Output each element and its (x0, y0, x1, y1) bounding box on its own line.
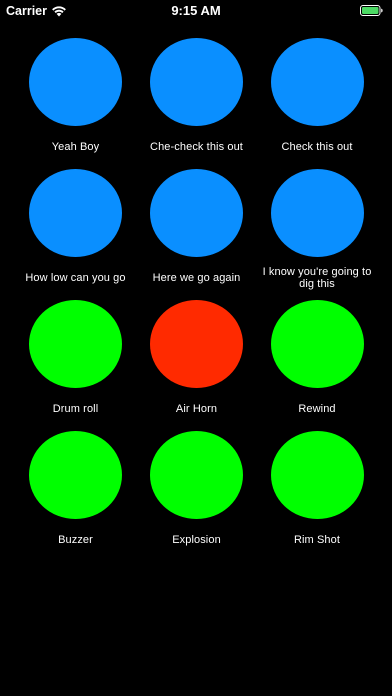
sound-button[interactable] (29, 169, 122, 258)
sound-label: Che-check this out (150, 140, 243, 153)
sound-button[interactable] (270, 300, 364, 389)
sound-cell: Explosion (136, 431, 257, 553)
sound-cell: Here we go again (136, 169, 257, 291)
sound-button[interactable] (29, 38, 122, 127)
sound-cell: Drum roll (15, 300, 136, 422)
sound-button[interactable] (29, 300, 122, 389)
sound-label: Rim Shot (293, 533, 341, 546)
sound-cell: I know you're going to dig this (257, 169, 377, 291)
sound-cell: Rim Shot (257, 431, 377, 553)
sound-label: Yeah Boy (51, 140, 100, 153)
sound-button[interactable] (150, 431, 243, 520)
sound-label: Here we go again (152, 271, 241, 284)
sound-label: Check this out (281, 140, 353, 153)
sound-button[interactable] (270, 38, 364, 127)
sound-cell: How low can you go (15, 169, 136, 291)
sound-button[interactable] (270, 431, 364, 520)
sound-label: Buzzer (58, 533, 93, 546)
sound-label: Rewind (298, 402, 336, 415)
sound-button[interactable] (150, 169, 243, 258)
sound-cell: Air Horn (136, 300, 257, 422)
battery-icon (360, 5, 383, 16)
sound-button[interactable] (150, 38, 243, 127)
sound-label: How low can you go (25, 271, 126, 284)
sound-label: Drum roll (52, 402, 99, 415)
sound-label: Air Horn (175, 402, 218, 415)
sound-cell: Rewind (257, 300, 377, 422)
status-bar: Carrier 9:15 AM (0, 0, 392, 22)
sound-button[interactable] (270, 169, 364, 258)
sound-label: I know you're going to dig this (262, 265, 372, 290)
soundboard-grid: Yeah Boy Che-check this out Check this out… (15, 38, 377, 553)
sound-label: Explosion (172, 533, 221, 546)
sound-button[interactable] (150, 300, 243, 389)
sound-cell: Buzzer (15, 431, 136, 553)
status-time: 9:15 AM (171, 3, 221, 18)
sound-cell: Che-check this out (136, 38, 257, 160)
sound-cell: Check this out (257, 38, 377, 160)
sound-button[interactable] (29, 431, 122, 520)
sound-cell: Yeah Boy (15, 38, 136, 160)
